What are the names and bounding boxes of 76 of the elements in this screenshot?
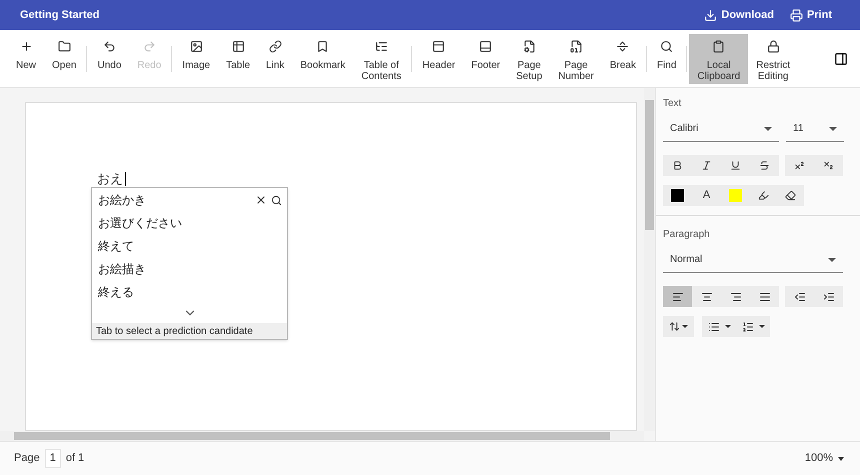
toolbar-button[interactable]: Bookmark xyxy=(292,34,354,84)
toolbar-button[interactable]: Restrict Editing xyxy=(748,34,798,84)
align-justify-icon xyxy=(758,290,770,302)
download-button[interactable]: Download xyxy=(704,6,774,24)
toolbar-button[interactable]: Page Number xyxy=(550,34,602,84)
font-select[interactable]: Calibri xyxy=(663,116,779,142)
page-count: of 1 xyxy=(66,451,84,466)
toolbar-button[interactable]: Undo xyxy=(89,34,130,84)
prediction-candidate[interactable]: お選びください xyxy=(92,211,188,234)
header-icon xyxy=(432,40,446,52)
toolbar-button[interactable]: Footer xyxy=(463,34,508,84)
underline-icon xyxy=(730,160,741,171)
align-button[interactable] xyxy=(663,286,692,307)
toolbar-button[interactable]: Open xyxy=(44,34,84,84)
eraser-icon xyxy=(785,190,796,201)
align-left-icon xyxy=(672,290,684,302)
plus-icon xyxy=(20,40,32,52)
outdent-icon xyxy=(794,290,806,302)
clipboard-icon xyxy=(712,40,726,52)
section-heading: Text xyxy=(663,97,682,111)
page-gear-icon xyxy=(522,40,536,52)
download-icon xyxy=(704,8,718,22)
toolbar-button[interactable]: Page Setup xyxy=(508,34,550,84)
typed-text: おえ xyxy=(96,170,124,188)
toolbar-button[interactable]: Table of Contents xyxy=(353,34,410,84)
numbered-list-icon xyxy=(742,320,754,332)
toolbar-button[interactable]: Break xyxy=(602,34,644,84)
close-icon[interactable] xyxy=(255,194,267,206)
strikethrough-icon xyxy=(759,160,770,171)
toolbar-button[interactable]: Image xyxy=(174,34,218,84)
toolbar-button[interactable]: Find xyxy=(648,34,684,84)
page-label: Page xyxy=(14,451,40,466)
lock-icon xyxy=(766,40,780,52)
print-button[interactable]: Print xyxy=(790,6,832,24)
toolbar-button[interactable]: Local Clipboard xyxy=(689,34,748,84)
list-icon xyxy=(374,40,388,52)
bold-icon xyxy=(672,160,683,171)
pane-toggle-icon[interactable] xyxy=(834,52,848,66)
undo-icon xyxy=(102,40,116,52)
subscript-icon xyxy=(823,160,834,171)
line-spacing-button[interactable] xyxy=(663,316,694,337)
section-heading: Paragraph xyxy=(663,228,711,242)
window-title: Getting Started xyxy=(20,8,100,23)
prediction-candidate[interactable]: お絵かき xyxy=(92,188,152,211)
style-select[interactable]: Normal xyxy=(663,247,843,273)
link-icon xyxy=(268,40,282,52)
page-field[interactable]: 1 xyxy=(44,449,61,468)
prediction-hint: Tab to select a prediction candidate xyxy=(92,323,287,339)
highlighter-icon xyxy=(758,190,769,201)
page-break-icon xyxy=(616,40,630,52)
zoom-select[interactable]: 100% xyxy=(804,450,844,467)
line-spacing-icon xyxy=(669,321,680,332)
indent-icon xyxy=(822,290,834,302)
prediction-candidate[interactable]: 終える xyxy=(92,280,140,303)
footer-icon xyxy=(479,40,492,52)
align-center-icon xyxy=(700,290,712,302)
search-icon xyxy=(660,40,674,52)
text-caret xyxy=(125,172,126,186)
redo-icon xyxy=(142,40,156,52)
italic-icon xyxy=(701,160,712,171)
size-select[interactable]: 11 xyxy=(786,116,844,142)
toolbar-button[interactable]: Header xyxy=(414,34,464,84)
image-icon xyxy=(190,40,203,52)
toolbar-button[interactable]: Link xyxy=(258,34,292,84)
search-icon[interactable] xyxy=(271,194,282,206)
printer-icon xyxy=(790,8,803,22)
folder-icon xyxy=(58,40,71,52)
table-icon xyxy=(232,40,245,52)
superscript-icon xyxy=(794,160,805,171)
toolbar-button[interactable]: Table xyxy=(218,34,258,84)
bookmark-icon xyxy=(316,40,330,52)
align-right-icon xyxy=(730,290,742,302)
prediction-candidate[interactable]: お絵描き xyxy=(92,257,152,280)
page-number-icon xyxy=(570,40,583,52)
prediction-candidate[interactable]: 終えて xyxy=(92,234,140,257)
toolbar-button[interactable]: New xyxy=(8,34,44,84)
